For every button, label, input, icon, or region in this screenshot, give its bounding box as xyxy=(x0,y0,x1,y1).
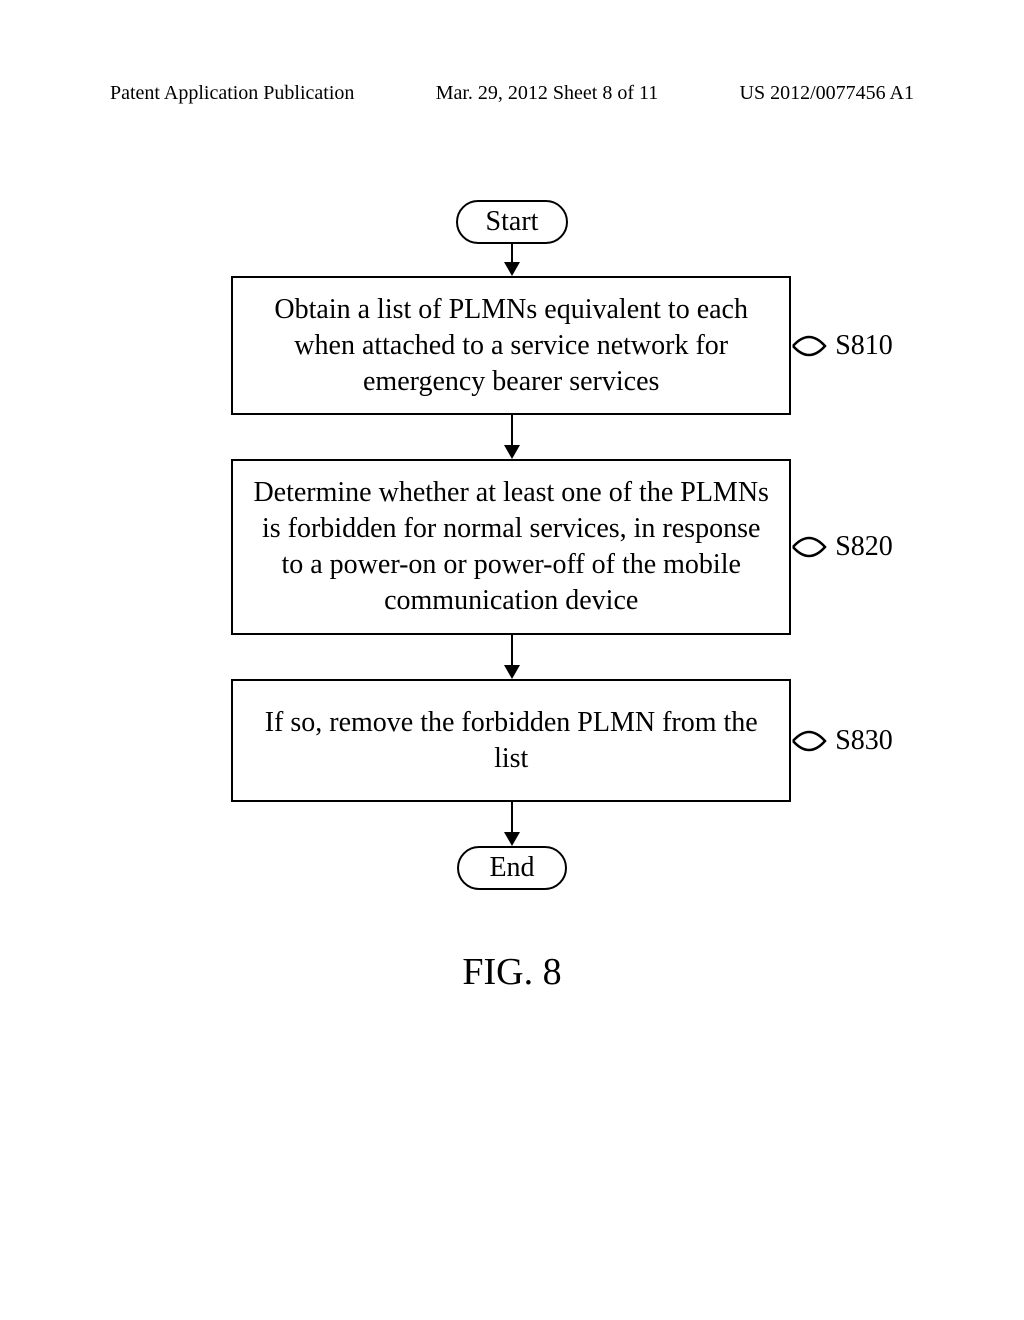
end-terminator: End xyxy=(457,846,567,890)
arrow-icon xyxy=(504,802,520,846)
header-right: US 2012/0077456 A1 xyxy=(740,82,914,105)
start-label: Start xyxy=(486,206,539,237)
step-label-3: S830 xyxy=(835,725,893,757)
header-left: Patent Application Publication xyxy=(110,82,354,105)
connector-icon xyxy=(791,527,827,567)
start-terminator: Start xyxy=(456,200,569,244)
step-box-3: If so, remove the forbidden PLMN from th… xyxy=(231,679,791,803)
step-box-2: Determine whether at least one of the PL… xyxy=(231,459,791,634)
step-label-1: S810 xyxy=(835,330,893,362)
step-row-1: Obtain a list of PLMNs equivalent to eac… xyxy=(231,276,893,415)
flowchart: Start Obtain a list of PLMNs equivalent … xyxy=(0,200,1024,890)
step-text-3: If so, remove the forbidden PLMN from th… xyxy=(265,707,758,774)
page-header: Patent Application Publication Mar. 29, … xyxy=(110,82,914,105)
step-text-2: Determine whether at least one of the PL… xyxy=(253,477,769,615)
arrow-icon xyxy=(504,635,520,679)
step-box-1: Obtain a list of PLMNs equivalent to eac… xyxy=(231,276,791,415)
step-row-2: Determine whether at least one of the PL… xyxy=(231,459,893,634)
end-label: End xyxy=(489,852,534,883)
step-label-2: S820 xyxy=(835,531,893,563)
arrow-icon xyxy=(504,244,520,276)
connector-icon xyxy=(791,721,827,761)
step-text-1: Obtain a list of PLMNs equivalent to eac… xyxy=(274,294,748,397)
arrow-icon xyxy=(504,415,520,459)
connector-icon xyxy=(791,326,827,366)
step-row-3: If so, remove the forbidden PLMN from th… xyxy=(231,679,893,803)
figure-caption: FIG. 8 xyxy=(0,950,1024,994)
header-center: Mar. 29, 2012 Sheet 8 of 11 xyxy=(436,82,659,105)
